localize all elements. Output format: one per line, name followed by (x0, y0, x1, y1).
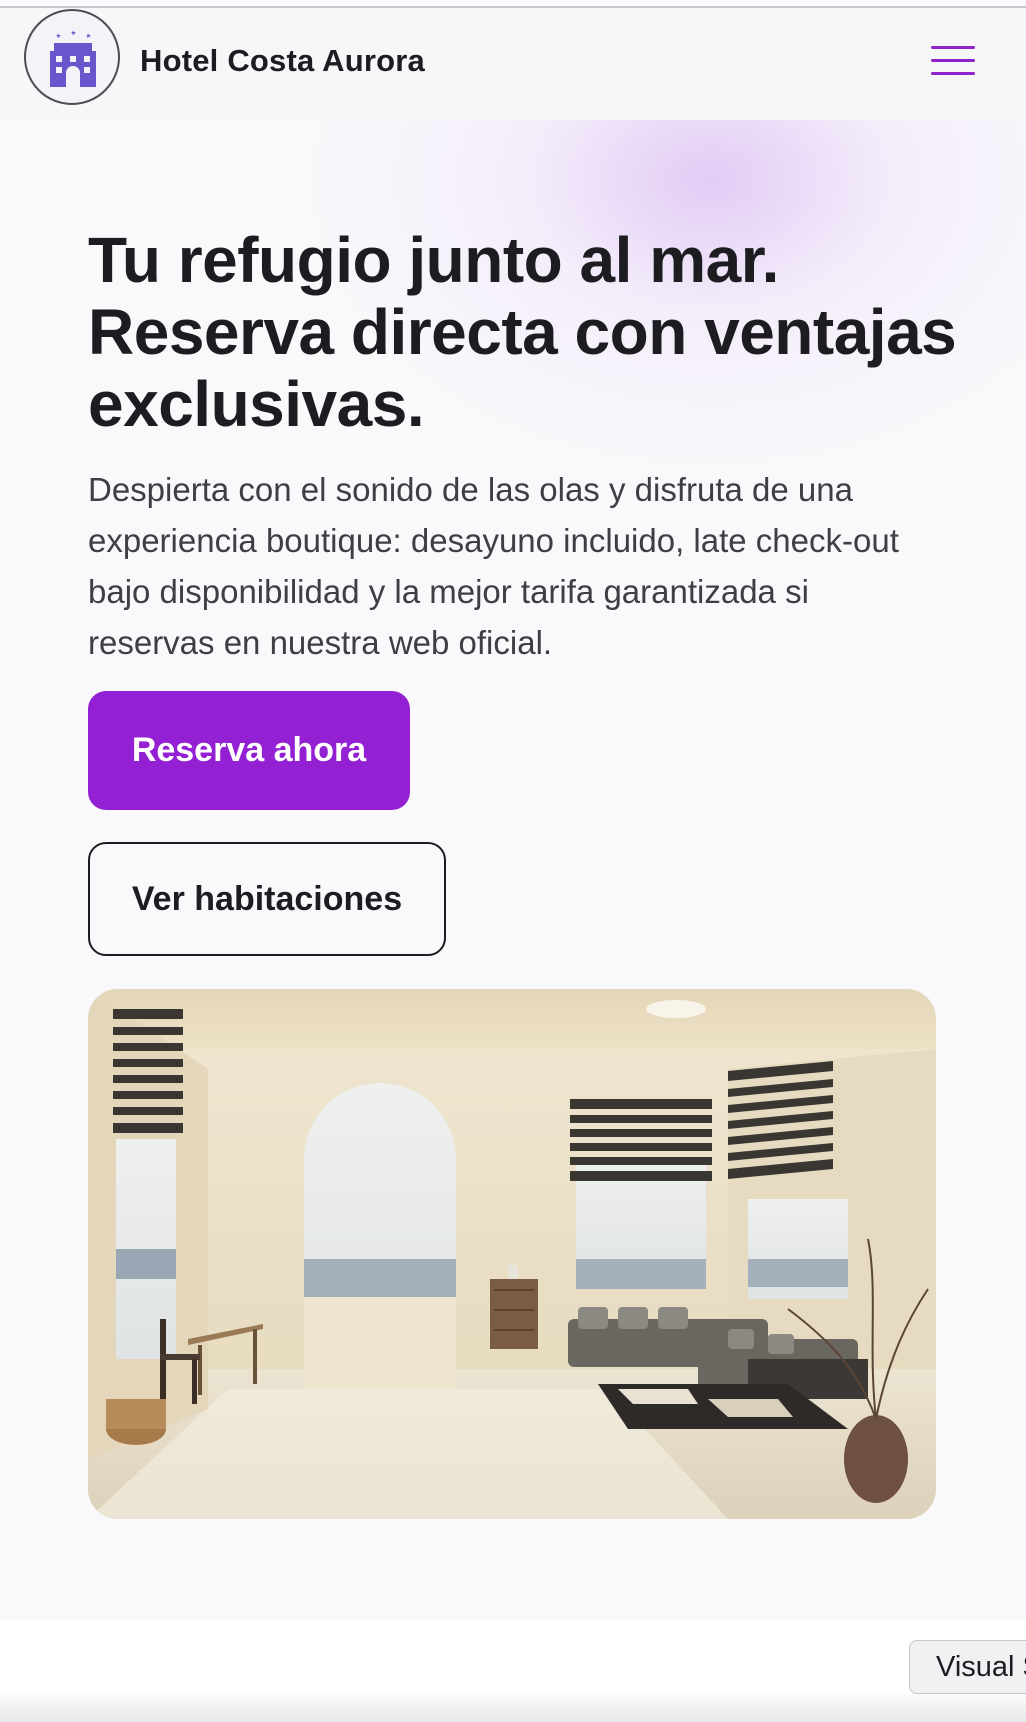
hamburger-menu-icon (931, 46, 975, 49)
hero-section: Tu refugio junto al mar. Reserva directa… (0, 120, 1026, 1620)
hero-room-image (88, 989, 936, 1519)
hamburger-menu-line (931, 72, 975, 75)
hero-title: Tu refugio junto al mar. Reserva directa… (88, 224, 957, 440)
hotel-building-icon (50, 30, 96, 87)
visual-editor-tab[interactable]: Visual S (909, 1640, 1026, 1694)
hamburger-menu-line (931, 59, 975, 62)
hero-description: Despierta con el sonido de las olas y di… (88, 471, 899, 661)
logo[interactable] (24, 9, 120, 105)
site-header: Hotel Costa Aurora (0, 8, 1026, 120)
site-name[interactable]: Hotel Costa Aurora (140, 43, 425, 79)
view-rooms-button[interactable]: Ver habitaciones (88, 842, 446, 956)
page: Hotel Costa Aurora Tu refugio junto al m… (0, 0, 1026, 1722)
bottom-shadow (0, 1690, 1026, 1722)
book-now-button[interactable]: Reserva ahora (88, 691, 410, 810)
menu-button[interactable] (925, 46, 975, 80)
